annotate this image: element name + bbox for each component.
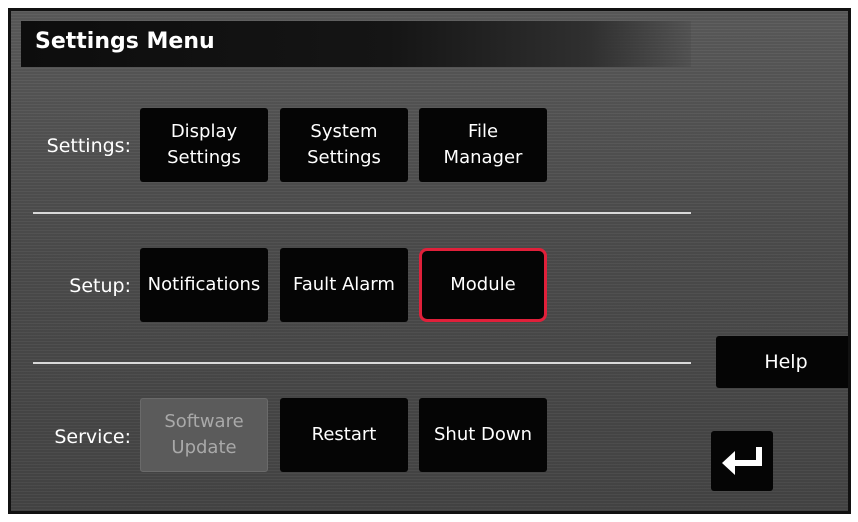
notifications-button[interactable]: Notifications xyxy=(140,248,268,322)
software-update-button[interactable]: Software Update xyxy=(140,398,268,472)
fault-alarm-button[interactable]: Fault Alarm xyxy=(280,248,408,322)
service-row-label: Service: xyxy=(54,426,131,448)
divider-top xyxy=(33,212,691,214)
settings-screen: Settings Menu Settings: Display Settings… xyxy=(8,8,851,514)
display-settings-button[interactable]: Display Settings xyxy=(140,108,268,182)
module-button[interactable]: Module xyxy=(419,248,547,322)
divider-bottom xyxy=(33,362,691,364)
shut-down-button[interactable]: Shut Down xyxy=(419,398,547,472)
setup-row-label: Setup: xyxy=(69,275,131,297)
file-manager-button[interactable]: File Manager xyxy=(419,108,547,182)
restart-button[interactable]: Restart xyxy=(280,398,408,472)
return-arrow-icon xyxy=(722,447,762,475)
help-button[interactable]: Help xyxy=(716,336,848,388)
settings-row-label: Settings: xyxy=(46,135,131,157)
back-button[interactable] xyxy=(711,431,773,491)
page-title: Settings Menu xyxy=(35,29,215,54)
system-settings-button[interactable]: System Settings xyxy=(280,108,408,182)
